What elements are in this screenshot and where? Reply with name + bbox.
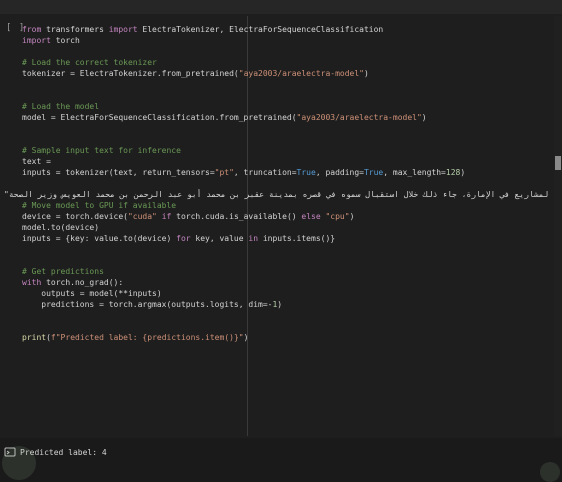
code-token: f"Predicted label: {predictions.item()}" [50, 333, 244, 342]
vertical-scrollbar-thumb[interactable] [555, 156, 561, 170]
code-token: in [248, 234, 259, 243]
code-line: # Load the correct tokenizer [22, 57, 465, 68]
code-token: for [176, 234, 191, 243]
code-token: ) [243, 333, 249, 342]
code-line: model = ElectraForSequenceClassification… [22, 112, 465, 123]
code-line: inputs = {key: value.to(device) for key,… [22, 233, 465, 244]
code-token: if [161, 212, 172, 221]
watermark-badge [2, 446, 36, 480]
code-token: else [301, 212, 321, 221]
code-token: , max_length= [383, 168, 446, 177]
code-token: model = ElectraForSequenceClassification… [22, 113, 297, 122]
code-token: # Move model to GPU if available [22, 201, 177, 210]
code-line: device = torch.device("cuda" if torch.cu… [22, 211, 465, 222]
cell-output: Predicted label: 4 [0, 438, 562, 482]
code-line: import torch [22, 35, 465, 46]
code-line: inputs = tokenizer(text, return_tensors=… [22, 167, 465, 178]
code-token: ) [460, 168, 466, 177]
code-token: # Load the correct tokenizer [22, 58, 157, 67]
code-token: ) [349, 212, 355, 221]
top-border [0, 0, 562, 14]
code-token: predictions = torch.argmax(outputs.logit… [22, 300, 273, 309]
code-line: outputs = model(**inputs) [22, 288, 465, 299]
code-token: 128 [445, 168, 461, 177]
code-token: import [22, 36, 51, 45]
code-token: print [22, 333, 47, 342]
code-token: with [22, 278, 42, 287]
code-line: text = [22, 156, 465, 167]
code-token: transformers [41, 25, 109, 34]
code-token: torch.no_grad(): [41, 278, 124, 287]
code-token: ) [277, 300, 283, 309]
code-editor[interactable]: from transformers import ElectraTokenize… [22, 24, 465, 343]
code-token: import [108, 25, 138, 34]
code-token: True [363, 168, 384, 177]
vertical-scrollbar-track[interactable] [554, 16, 562, 436]
code-line: from transformers import ElectraTokenize… [22, 24, 465, 35]
code-token: device = torch.device( [22, 212, 128, 221]
arabic-text-string-line: "تعمق العشقيلية والعالمية، والتي تتضمن ت… [4, 189, 550, 200]
code-token: from [22, 25, 42, 34]
code-line: # Move model to GPU if available [22, 200, 465, 211]
arabic-text-string: "تعمق العشقيلية والعالمية، والتي تتضمن ت… [4, 190, 550, 199]
code-token: ) [363, 69, 369, 78]
code-token: "aya2003/araelectra-model" [238, 69, 364, 78]
code-token: , padding= [315, 168, 364, 177]
code-token: True [296, 168, 316, 177]
code-token: "aya2003/araelectra-model" [296, 113, 422, 122]
code-cell[interactable]: [ ] from transformers import ElectraToke… [4, 16, 555, 436]
code-token: "cpu" [325, 212, 350, 221]
code-line: print(f"Predicted label: {predictions.it… [22, 332, 465, 343]
code-token: ElectraTokenizer, ElectraForSequenceClas… [137, 25, 384, 34]
code-token: inputs = tokenizer(text, return_tensors= [22, 168, 215, 177]
code-line: # Load the model [22, 101, 465, 112]
code-token: text = [22, 157, 56, 166]
code-line: with torch.no_grad(): [22, 277, 465, 288]
code-token: model.to(device) [22, 223, 100, 232]
code-token: # Sample input text for inference [22, 146, 181, 155]
code-line: model.to(device) [22, 222, 465, 233]
code-token: torch.cuda.is_available() [171, 212, 302, 221]
watermark-badge-right [540, 462, 560, 482]
code-token: "pt" [214, 168, 234, 177]
code-line: # Get predictions [22, 266, 465, 277]
code-line: # Sample input text for inference [22, 145, 465, 156]
code-token: inputs = {key: value.to(device) [22, 234, 177, 243]
code-line: tokenizer = ElectraTokenizer.from_pretra… [22, 68, 465, 79]
code-token: inputs.items()} [258, 234, 336, 243]
code-token: ) [421, 113, 427, 122]
code-token: "cuda" [127, 212, 157, 221]
notebook-page: [ ] from transformers import ElectraToke… [0, 0, 562, 482]
code-token: tokenizer = ElectraTokenizer.from_pretra… [22, 69, 239, 78]
code-token: key, value [190, 234, 249, 243]
code-token: # Get predictions [22, 267, 104, 276]
code-token: # Load the model [22, 102, 100, 111]
code-token: , truncation= [233, 168, 297, 177]
code-token: outputs = model(**inputs) [22, 289, 162, 298]
code-line: predictions = torch.argmax(outputs.logit… [22, 299, 465, 310]
code-token: torch [50, 36, 80, 45]
